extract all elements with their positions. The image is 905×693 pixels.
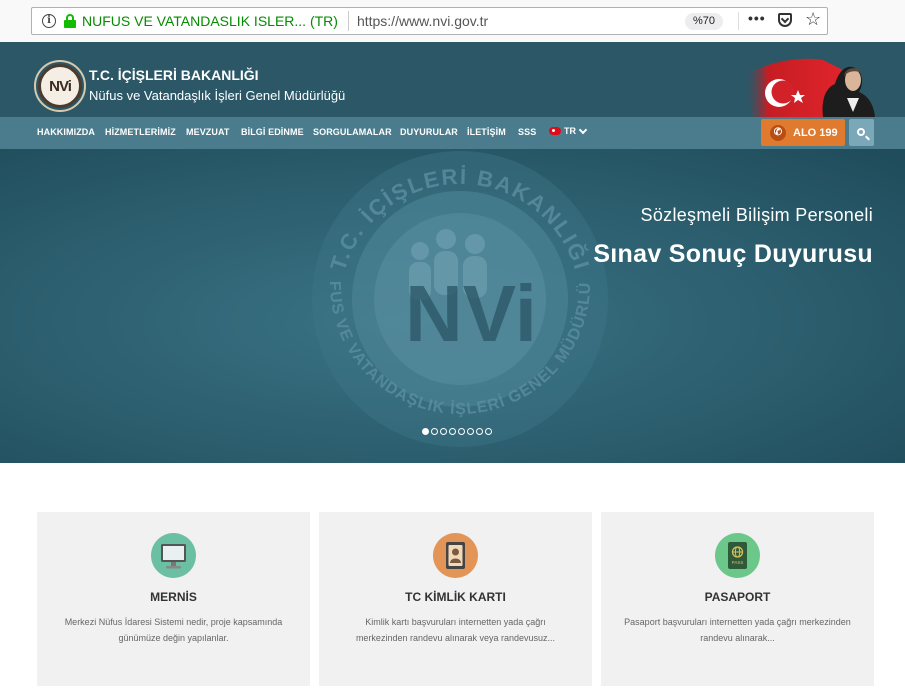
hero-title[interactable]: Sınav Sonuç Duyurusu xyxy=(593,240,873,269)
browser-toolbar: i NUFUS VE VATANDASLIK ISLER... (TR) htt… xyxy=(0,0,905,42)
slider-dot[interactable] xyxy=(458,428,465,435)
card-tc-kimlik-karti[interactable]: TC KİMLİK KARTI Kimlik kartı başvuruları… xyxy=(319,512,592,686)
nav-hizmetlerimiz[interactable]: HİZMETLERİMİZ xyxy=(105,127,176,137)
card-description: Pasaport başvuruları internetten yada ça… xyxy=(624,617,851,643)
site-identity[interactable]: NUFUS VE VATANDASLIK ISLER... (TR) xyxy=(82,13,338,29)
nav-bilgi-edinme[interactable]: BİLGİ EDİNME xyxy=(241,127,304,137)
slider-dot[interactable] xyxy=(476,428,483,435)
turkey-flag-icon xyxy=(549,127,561,135)
seal-logo-text: NVi xyxy=(405,269,537,358)
chevron-down-icon xyxy=(578,125,588,134)
card-pasaport[interactable]: PASS PASAPORT Pasaport başvuruları inter… xyxy=(601,512,874,686)
phone-icon: ✆ xyxy=(770,124,786,141)
monitor-icon xyxy=(151,533,196,578)
alo-199-button[interactable]: ✆ ALO 199 xyxy=(761,119,845,146)
address-bar[interactable]: i NUFUS VE VATANDASLIK ISLER... (TR) htt… xyxy=(31,7,828,35)
slider-dot[interactable] xyxy=(440,428,447,435)
info-icon[interactable]: i xyxy=(42,14,56,28)
slider-dot[interactable] xyxy=(485,428,492,435)
ministry-title[interactable]: T.C. İÇİŞLERİ BAKANLIĞI xyxy=(89,67,259,83)
nav-sss[interactable]: SSS xyxy=(518,127,536,137)
slider-dot[interactable] xyxy=(422,428,429,435)
search-button[interactable] xyxy=(849,119,874,146)
language-label: TR xyxy=(564,126,576,136)
card-description: Merkezi Nüfus İdaresi Sistemi nedir, pro… xyxy=(64,617,283,643)
hero-subtitle[interactable]: Sözleşmeli Bilişim Personeli xyxy=(641,205,873,226)
nav-mevzuat[interactable]: MEVZUAT xyxy=(186,127,230,137)
language-selector[interactable]: TR xyxy=(549,125,588,136)
directorate-title[interactable]: Nüfus ve Vatandaşlık İşleri Genel Müdürl… xyxy=(89,88,345,103)
card-mernis[interactable]: MERNİS Merkezi Nüfus İdaresi Sistemi ned… xyxy=(37,512,310,686)
pocket-icon[interactable] xyxy=(778,13,792,27)
toolbar-separator xyxy=(738,12,739,30)
passport-icon: PASS xyxy=(715,533,760,578)
nvi-seal-watermark: NVi T.C. İÇİŞLERİ BAKANLIĞI NÜFUS VE VAT… xyxy=(0,149,608,447)
card-title: PASAPORT xyxy=(704,590,771,604)
nvi-logo[interactable]: NVi xyxy=(38,64,82,108)
slider-pagination xyxy=(422,428,492,435)
flag-ataturk-banner xyxy=(743,56,875,117)
search-icon xyxy=(856,127,865,136)
nav-duyurular[interactable]: DUYURULAR xyxy=(400,127,458,137)
card-title: TC KİMLİK KARTI xyxy=(405,590,506,604)
card-description: Kimlik kartı başvuruları internetten yad… xyxy=(355,617,556,643)
nav-iletisim[interactable]: İLETİŞİM xyxy=(467,127,506,137)
svg-text:PASS: PASS xyxy=(732,560,744,565)
more-actions-icon[interactable]: ••• xyxy=(748,10,766,26)
url-text[interactable]: https://www.nvi.gov.tr xyxy=(357,13,488,29)
slider-dot[interactable] xyxy=(431,428,438,435)
slider-dot[interactable] xyxy=(449,428,456,435)
lock-icon[interactable] xyxy=(64,14,76,28)
card-title: MERNİS xyxy=(150,590,197,604)
alo-label: ALO 199 xyxy=(793,126,838,139)
slider-dot[interactable] xyxy=(467,428,474,435)
logo-text: NVi xyxy=(49,77,72,95)
nav-sorgulamalar[interactable]: SORGULAMALAR xyxy=(313,127,392,137)
hero-slider[interactable]: NVi T.C. İÇİŞLERİ BAKANLIĞI NÜFUS VE VAT… xyxy=(0,149,905,463)
bookmark-star-icon[interactable]: ☆ xyxy=(805,9,821,30)
id-card-icon xyxy=(433,533,478,578)
zoom-level[interactable]: %70 xyxy=(685,13,724,30)
url-separator xyxy=(347,11,349,31)
nav-hakkimizda[interactable]: HAKKIMIZDA xyxy=(37,127,95,137)
